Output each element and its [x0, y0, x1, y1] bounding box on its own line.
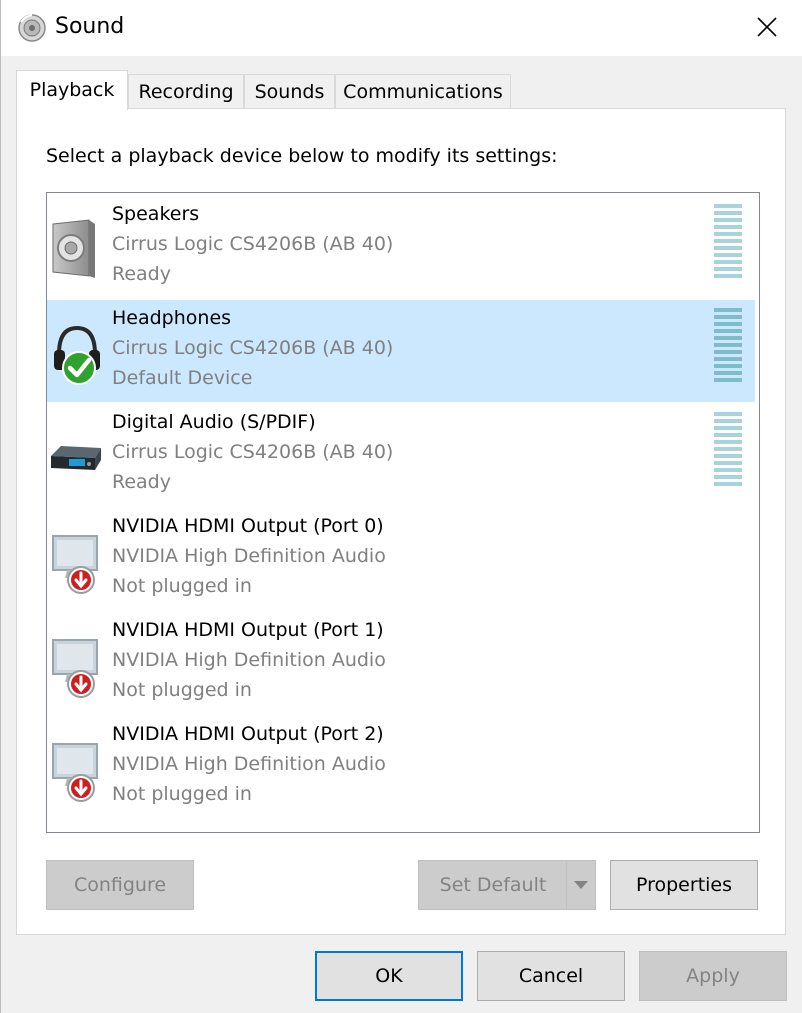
device-name: Headphones [112, 307, 232, 329]
ok-button[interactable]: OK [315, 951, 463, 1001]
device-item-speakers[interactable]: Speakers Cirrus Logic CS4206B (AB 40) Re… [47, 196, 755, 298]
device-status: Ready [112, 471, 171, 493]
instruction-text: Select a playback device below to modify… [46, 145, 558, 167]
device-status: Not plugged in [112, 575, 252, 597]
speaker-icon [52, 219, 95, 278]
volume-meter [714, 204, 742, 278]
monitor-icon [52, 639, 98, 698]
device-status: Not plugged in [112, 679, 252, 701]
device-status: Ready [112, 263, 171, 285]
device-list[interactable]: Speakers Cirrus Logic CS4206B (AB 40) Re… [46, 192, 760, 833]
device-status: Default Device [112, 367, 253, 389]
chevron-down-icon [574, 881, 588, 889]
apply-button[interactable]: Apply [639, 951, 787, 1001]
sound-dialog: Sound Playback Recording Sounds Communic… [0, 0, 802, 1013]
device-item-digital-audio[interactable]: Digital Audio (S/PDIF) Cirrus Logic CS42… [47, 404, 755, 506]
tab-sounds[interactable]: Sounds [244, 74, 335, 110]
device-name: NVIDIA HDMI Output (Port 0) [112, 515, 384, 537]
headphones-icon [54, 325, 100, 385]
sound-app-icon [18, 14, 46, 42]
digital-audio-icon [51, 446, 101, 470]
set-default-button[interactable]: Set Default [418, 860, 596, 910]
close-icon [757, 17, 777, 37]
device-driver: Cirrus Logic CS4206B (AB 40) [112, 441, 394, 463]
cancel-button[interactable]: Cancel [477, 951, 625, 1001]
monitor-icon [52, 743, 98, 802]
volume-meter [714, 412, 742, 486]
monitor-icon [52, 535, 98, 594]
device-item-hdmi-port-1[interactable]: NVIDIA HDMI Output (Port 1) NVIDIA High … [47, 612, 755, 714]
device-driver: Cirrus Logic CS4206B (AB 40) [112, 337, 394, 359]
set-default-dropdown[interactable] [566, 861, 595, 909]
device-item-headphones[interactable]: Headphones Cirrus Logic CS4206B (AB 40) … [47, 300, 755, 402]
device-name: Digital Audio (S/PDIF) [112, 411, 316, 433]
device-status: Not plugged in [112, 783, 252, 805]
device-item-hdmi-port-0[interactable]: NVIDIA HDMI Output (Port 0) NVIDIA High … [47, 508, 755, 610]
tab-communications[interactable]: Communications [335, 74, 511, 110]
close-button[interactable] [741, 4, 793, 50]
device-driver: NVIDIA High Definition Audio [112, 649, 386, 671]
properties-button[interactable]: Properties [610, 860, 758, 910]
device-name: NVIDIA HDMI Output (Port 2) [112, 723, 384, 745]
configure-button[interactable]: Configure [46, 860, 194, 910]
tab-playback[interactable]: Playback [16, 70, 128, 110]
volume-meter [714, 308, 742, 382]
device-name: NVIDIA HDMI Output (Port 1) [112, 619, 384, 641]
window-title: Sound [55, 14, 125, 39]
playback-panel: Select a playback device below to modify… [16, 108, 786, 935]
device-driver: NVIDIA High Definition Audio [112, 545, 386, 567]
device-driver: NVIDIA High Definition Audio [112, 753, 386, 775]
device-item-hdmi-port-2[interactable]: NVIDIA HDMI Output (Port 2) NVIDIA High … [47, 716, 755, 818]
title-bar: Sound [1, 0, 802, 56]
set-default-label: Set Default [439, 874, 547, 896]
tab-recording[interactable]: Recording [128, 74, 244, 110]
device-driver: Cirrus Logic CS4206B (AB 40) [112, 233, 394, 255]
device-name: Speakers [112, 203, 200, 225]
